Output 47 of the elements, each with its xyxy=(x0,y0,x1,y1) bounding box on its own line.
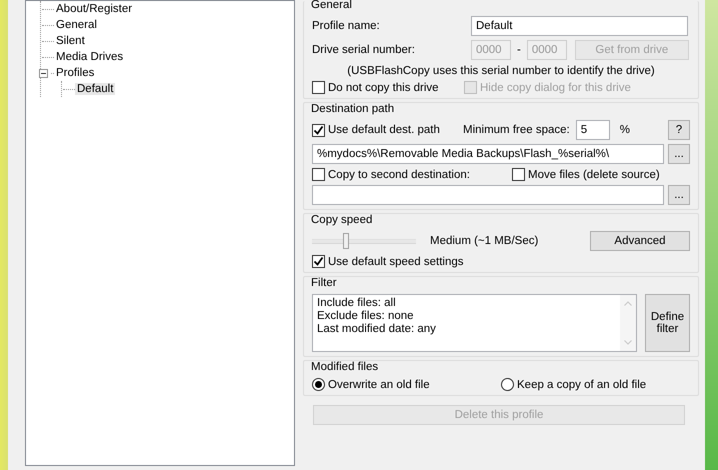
checkbox[interactable] xyxy=(312,168,325,181)
tree-item[interactable]: General xyxy=(54,19,99,31)
path-field[interactable]: %mydocs%\Removable Media Backups\Flash_%serial%\ xyxy=(312,144,664,164)
filter-line: Exclude files: none xyxy=(317,310,415,323)
group-title: Modified files xyxy=(311,361,380,374)
group-title: Copy speed xyxy=(311,214,374,227)
filter-line: Include files: all xyxy=(317,297,397,310)
tree-item[interactable]: Media Drives xyxy=(54,51,126,63)
browse-button[interactable]: ... xyxy=(668,185,690,205)
radio-button[interactable] xyxy=(312,378,325,391)
min-free-field[interactable]: 5 xyxy=(576,120,610,140)
slider-thumb[interactable] xyxy=(343,233,350,249)
define-filter-button[interactable]: Define filter xyxy=(645,294,690,352)
profile-name-field[interactable]: Default xyxy=(471,16,688,36)
group-title: General xyxy=(311,0,353,12)
group-title: Destination path xyxy=(311,103,396,116)
separator-text: - xyxy=(517,44,521,56)
checkbox[interactable] xyxy=(312,255,325,268)
tree-item[interactable]: About/Register xyxy=(54,3,134,15)
checkbox[interactable] xyxy=(312,124,325,136)
unit-label: % xyxy=(620,124,630,136)
speed-reading: Medium (~1 MB/Sec) xyxy=(430,235,538,247)
field-label: Drive serial number: xyxy=(312,44,416,56)
checkbox-label: Do not copy this drive xyxy=(328,82,439,94)
advanced-button[interactable]: Advanced xyxy=(590,231,690,251)
filter-line: Last modified date: any xyxy=(317,323,437,336)
field-label: Profile name: xyxy=(312,20,381,32)
help-button[interactable]: ? xyxy=(668,120,690,140)
radio-label: Overwrite an old file xyxy=(328,378,430,390)
collapse-icon[interactable] xyxy=(39,68,48,78)
tree-item[interactable]: Default xyxy=(75,83,116,95)
checkbox[interactable] xyxy=(512,168,525,181)
field-label: Minimum free space: xyxy=(463,124,570,136)
group-title: Filter xyxy=(311,277,338,290)
checkbox-label: Move files (delete source) xyxy=(528,168,660,180)
checkbox-label: Use default dest. path xyxy=(328,124,440,136)
tree-item[interactable]: Silent xyxy=(54,35,87,47)
checkbox-label: Hide copy dialog for this drive xyxy=(480,82,631,94)
radio-label: Keep a copy of an old file xyxy=(517,378,646,390)
radio-button[interactable] xyxy=(501,378,514,391)
checkbox-label: Use default speed settings xyxy=(328,256,464,268)
tree-item[interactable]: Profiles xyxy=(54,67,96,79)
checkbox[interactable] xyxy=(312,81,325,94)
second-path-field[interactable] xyxy=(312,185,664,205)
checkbox-label: Copy to second destination: xyxy=(328,168,470,180)
browse-button[interactable]: ... xyxy=(668,144,690,164)
serial-note: (USBFlashCopy uses this serial number to identify the drive) xyxy=(347,64,655,76)
